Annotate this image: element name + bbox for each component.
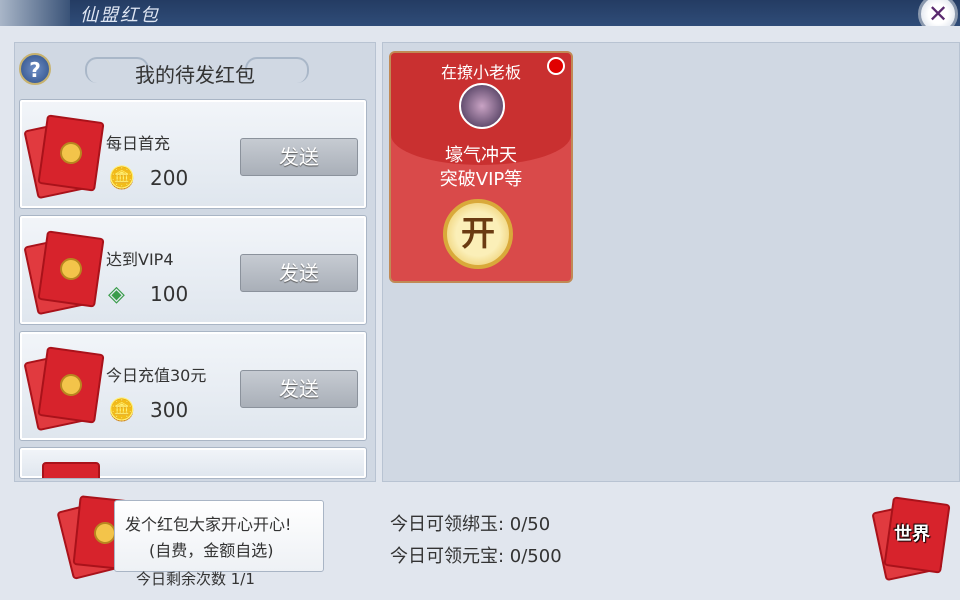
received-envelopes-panel: 在撩小老板 壕气冲天 突破VIP等 开 — [382, 42, 960, 482]
send-button[interactable]: 发送 — [240, 370, 358, 408]
item-label: 达到VIP4 — [106, 250, 174, 269]
avatar — [459, 83, 505, 129]
envelope-item-partial — [19, 447, 367, 479]
received-envelope-card[interactable]: 在撩小老板 壕气冲天 突破VIP等 开 — [389, 51, 573, 283]
pending-envelopes-panel: ? 我的待发红包 每日首充 🪙 200 发送 达到VIP4 ◈ 100 发送 今… — [14, 42, 376, 482]
jade-icon: ◈ — [108, 282, 125, 307]
envelope-item: 每日首充 🪙 200 发送 — [19, 99, 367, 209]
world-channel-button[interactable]: 世界 — [871, 496, 951, 582]
window-title: 仙盟红包 — [80, 5, 160, 26]
send-custom-area: 发个红包大家开心开心! (自费，金额自选) 今日剩余次数 1/1 — [14, 486, 374, 596]
panel-title: 我的待发红包 — [135, 63, 255, 87]
remaining-count: 今日剩余次数 1/1 — [136, 570, 255, 588]
close-icon: ✕ — [927, 0, 949, 28]
jade-claim-stat: 今日可领绑玉: 0/50 — [390, 514, 551, 535]
send-button[interactable]: 发送 — [240, 254, 358, 292]
open-envelope-button[interactable]: 开 — [443, 199, 513, 269]
item-amount: 300 — [150, 398, 189, 422]
red-envelope-icon — [42, 462, 100, 478]
item-label: 今日充值30元 — [106, 366, 207, 385]
red-envelope-icon — [37, 346, 105, 424]
promo-line-1: 发个红包大家开心开心! — [125, 515, 292, 534]
ingot-claim-stat: 今日可领元宝: 0/500 — [390, 546, 562, 567]
envelope-message-line-2: 突破VIP等 — [439, 169, 523, 190]
red-envelope-icon — [37, 230, 105, 308]
sender-name: 在撩小老板 — [440, 63, 521, 82]
item-amount: 200 — [150, 166, 189, 190]
custom-envelope-button[interactable]: 发个红包大家开心开心! (自费，金额自选) — [114, 500, 324, 572]
gold-ingot-icon: 🪙 — [108, 166, 136, 191]
title-bar: 仙盟红包 — [0, 0, 960, 26]
item-amount: 100 — [150, 282, 189, 306]
red-envelope-icon — [37, 114, 105, 192]
envelope-item: 今日充值30元 🪙 300 发送 — [19, 331, 367, 441]
envelope-message-line-1: 壕气冲天 — [445, 145, 517, 166]
send-button[interactable]: 发送 — [240, 138, 358, 176]
item-label: 每日首充 — [106, 134, 171, 153]
world-label: 世界 — [894, 524, 930, 545]
notification-dot — [547, 57, 565, 75]
gold-ingot-icon: 🪙 — [108, 398, 136, 423]
main-panel: ? 我的待发红包 每日首充 🪙 200 发送 达到VIP4 ◈ 100 发送 今… — [0, 26, 960, 600]
claim-stats-area: 今日可领绑玉: 0/50 今日可领元宝: 0/500 世界 — [382, 486, 958, 596]
promo-line-2: (自费，金额自选) — [149, 541, 274, 560]
title-ornament — [0, 0, 70, 26]
envelope-item: 达到VIP4 ◈ 100 发送 — [19, 215, 367, 325]
